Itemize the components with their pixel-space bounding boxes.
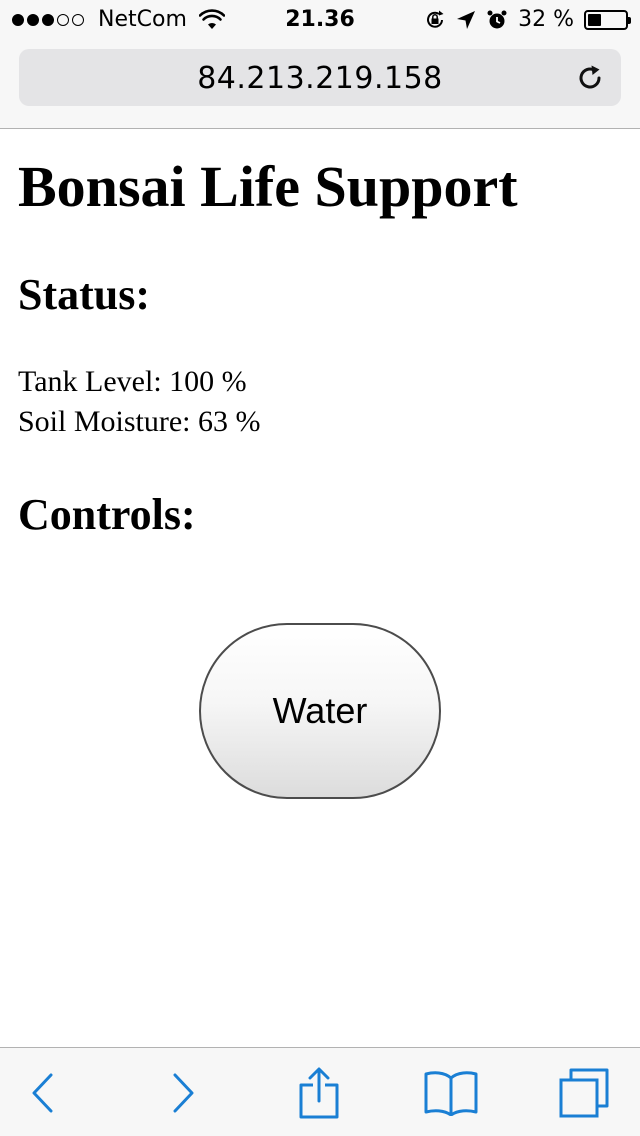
url-text[interactable]: 84.213.219.158: [19, 61, 621, 96]
water-button-label: Water: [272, 690, 368, 731]
back-button[interactable]: [3, 1048, 83, 1136]
status-right: 32 %: [424, 7, 631, 32]
status-bar: NetCom 21.36 32 %: [0, 0, 640, 40]
tabs-button[interactable]: [544, 1048, 624, 1136]
reload-icon[interactable]: [575, 63, 605, 93]
battery-percent: 32 %: [518, 7, 574, 32]
battery-nub: [628, 16, 631, 24]
screen: NetCom 21.36 32 % 84.213.219.158 Bonsai …: [0, 0, 640, 1136]
share-button[interactable]: [279, 1048, 359, 1136]
browser-toolbar: [0, 1047, 640, 1136]
rotation-lock-icon: [427, 10, 444, 28]
location-arrow-icon: [457, 10, 476, 29]
soil-moisture-text: Soil Moisture: 63 %: [18, 405, 261, 438]
address-bar-area: 84.213.219.158: [0, 40, 640, 129]
web-page: Bonsai Life Support Status: Tank Level: …: [0, 129, 640, 1047]
tank-level-text: Tank Level: 100 %: [18, 365, 247, 398]
forward-button[interactable]: [143, 1048, 223, 1136]
water-button[interactable]: Water: [199, 623, 441, 799]
bookmarks-button[interactable]: [411, 1048, 491, 1136]
controls-heading: Controls:: [18, 490, 196, 539]
tabs-icon: [559, 1068, 609, 1117]
status-heading: Status:: [18, 270, 151, 319]
alarm-icon: [487, 10, 507, 28]
bookmarks-icon: [424, 1070, 478, 1116]
share-icon: [299, 1067, 339, 1118]
back-icon: [32, 1073, 53, 1112]
battery-icon: [584, 9, 631, 30]
battery-level: [588, 13, 601, 26]
address-bar[interactable]: 84.213.219.158: [19, 49, 621, 106]
forward-icon: [173, 1073, 194, 1112]
page-title: Bonsai Life Support: [18, 154, 518, 219]
